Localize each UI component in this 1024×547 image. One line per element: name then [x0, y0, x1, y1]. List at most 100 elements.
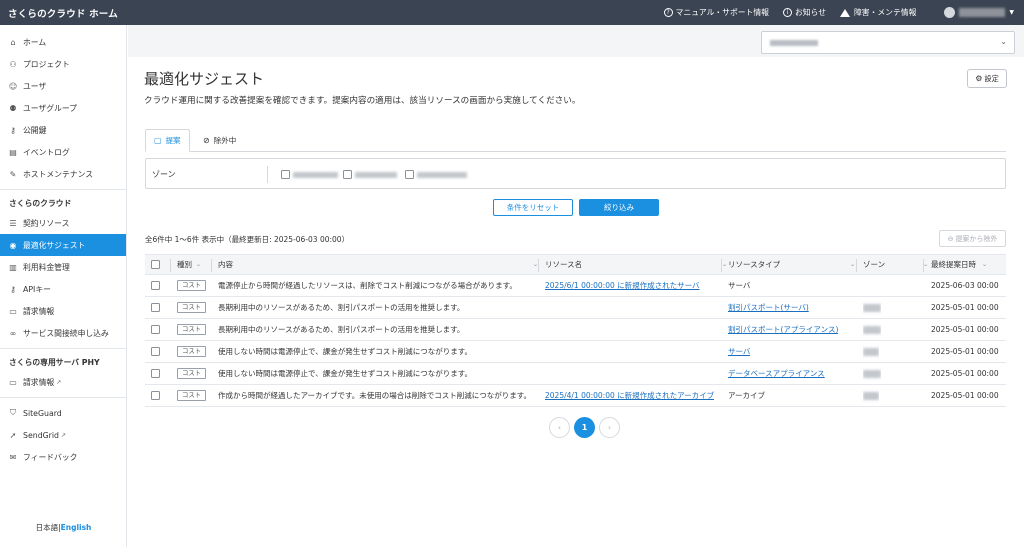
app-title[interactable]: さくらのクラウド ホーム [0, 6, 118, 20]
header-zone[interactable]: ゾーン ⌄ [863, 255, 928, 274]
zone-option[interactable] [405, 170, 467, 179]
tab-excluded[interactable]: ⊘ 除外中 [195, 129, 244, 152]
row-checkbox[interactable] [151, 369, 160, 378]
tab-bar: ▢ 提案 ⊘ 除外中 [145, 129, 1006, 152]
sidebar-item-service-connection[interactable]: ∞ サービス間接続申し込み [0, 322, 126, 344]
sidebar-item-optimization-suggest[interactable]: ◉ 最適化サジェスト [0, 234, 126, 256]
project-icon: ⚇ [9, 59, 17, 69]
table-row[interactable]: コスト 使用しない時間は電源停止で、課金が発生せずコスト削減につながります。 サーバ… [145, 341, 1006, 363]
table-body: コスト 電源停止から時間が経過したリソースは、削除でコスト削減につながる場合があり… [145, 275, 1006, 407]
header-content[interactable]: 内容 ⌄ [218, 255, 538, 274]
sidebar-item-phy-invoice[interactable]: ▭ 請求情報 ↗ [0, 371, 126, 393]
page-1-button[interactable]: 1 [574, 417, 595, 438]
table-row[interactable]: コスト 作成から時間が経過したアーカイブです。未使用の場合は削除でコスト削減につな… [145, 385, 1006, 407]
row-checkbox[interactable] [151, 391, 160, 400]
type-cell: コスト [177, 363, 207, 384]
row-checkbox-cell [151, 363, 160, 384]
sidebar-item-api-key[interactable]: ⚷ APIキー [0, 278, 126, 300]
reset-filter-button[interactable]: 条件をリセット [493, 199, 573, 216]
table-row[interactable]: コスト 長期利用中のリソースがあるため、割引パスポートの活用を推奨します。 割引パス… [145, 319, 1006, 341]
header-last-suggested[interactable]: 最終提案日時 ⌄ [931, 255, 987, 274]
type-cell: コスト [177, 297, 207, 318]
sidebar-section-phy: さくらの専用サーバ PHY [9, 357, 100, 367]
sidebar-item-public-key[interactable]: ⚷ 公開鍵 [0, 119, 126, 141]
next-page-button[interactable]: › [599, 417, 620, 438]
lang-en[interactable]: English [61, 523, 92, 532]
header-type[interactable]: 種別 ⌄ [177, 255, 201, 274]
resource-type-link[interactable]: サーバ [728, 346, 750, 357]
zone-checkbox[interactable] [405, 170, 414, 179]
send-icon: ➚ [9, 430, 17, 440]
tab-suggestions[interactable]: ▢ 提案 [145, 129, 190, 152]
table-row[interactable]: コスト 使用しない時間は電源停止で、課金が発生せずコスト削減につながります。 データ… [145, 363, 1006, 385]
zone-name-redacted [293, 171, 338, 178]
key-icon: ⚷ [10, 284, 16, 294]
select-all-checkbox[interactable] [151, 260, 160, 269]
home-icon: ⌂ [10, 37, 16, 47]
row-checkbox[interactable] [151, 325, 160, 334]
user-menu[interactable]: ▼ [930, 7, 1014, 18]
column-divider [211, 259, 212, 272]
sidebar-item-invoice[interactable]: ▭ 請求情報 [0, 300, 126, 322]
gear-icon: ⚙ [975, 74, 983, 83]
row-checkbox[interactable] [151, 303, 160, 312]
resource-name-link[interactable]: 2025/6/1 00:00:00 に新規作成されたサーバ [545, 280, 700, 291]
resource-name-link[interactable]: 2025/4/1 00:00:00 に新規作成されたアーカイブ [545, 390, 714, 401]
filter-box: ゾーン [145, 158, 1006, 189]
sidebar-item-home[interactable]: ⌂ ホーム [0, 31, 126, 53]
sort-icon: ⌄ [850, 261, 856, 268]
sidebar-item-siteguard[interactable]: ⛉ SiteGuard [0, 402, 126, 424]
incident-maintenance-link[interactable]: 障害・メンテ情報 [840, 7, 916, 18]
settings-button[interactable]: ⚙ 設定 [967, 69, 1007, 88]
info-circle-icon: i [782, 8, 792, 17]
table-row[interactable]: コスト 長期利用中のリソースがあるため、割引パスポートの活用を推奨します。 割引パス… [145, 297, 1006, 319]
header-resource-type[interactable]: リソースタイプ ⌄ [728, 255, 855, 274]
sidebar-item-host-maintenance[interactable]: ✎ ホストメンテナンス [0, 163, 126, 185]
resource-type-cell: 割引パスポート(サーバ) [728, 297, 809, 318]
project-select[interactable]: ⌄ [761, 31, 1015, 54]
language-switch: 日本語|English [0, 522, 127, 533]
row-checkbox-cell [151, 385, 160, 406]
type-cell: コスト [177, 385, 207, 406]
bar-chart-icon: ▥ [9, 262, 17, 272]
sidebar-item-event-log[interactable]: ▤ イベントログ [0, 141, 126, 163]
feedback-icon: ✉ [9, 452, 17, 462]
zone-cell [863, 363, 881, 384]
receipt-icon: ▭ [9, 306, 17, 316]
sidebar-item-sendgrid[interactable]: ➚ SendGrid ↗ [0, 424, 126, 446]
zone-option[interactable] [343, 170, 397, 179]
prev-page-button[interactable]: ‹ [549, 417, 570, 438]
main-content: ⌄ 最適化サジェスト ⚙ 設定 クラウド運用に関する改善提案を確認できます。提案… [128, 25, 1024, 547]
zone-checkbox[interactable] [281, 170, 290, 179]
content-cell: 長期利用中のリソースがあるため、割引パスポートの活用を推奨します。 [218, 303, 465, 312]
event-log-icon: ▤ [9, 147, 17, 157]
row-checkbox[interactable] [151, 347, 160, 356]
exclude-suggestion-button[interactable]: ⊖ 提案から除外 [939, 230, 1006, 247]
table-row[interactable]: コスト 電源停止から時間が経過したリソースは、削除でコスト削減につながる場合があり… [145, 275, 1006, 297]
zone-checkbox[interactable] [343, 170, 352, 179]
resource-type-link[interactable]: 割引パスポート(サーバ) [728, 302, 809, 313]
resource-type-cell: サーバ [728, 281, 751, 290]
zone-option[interactable] [281, 170, 338, 179]
lang-ja[interactable]: 日本語 [36, 523, 59, 532]
resource-type-link[interactable]: データベースアプライアンス [728, 368, 825, 379]
sidebar-item-contract-resources[interactable]: ☰ 契約リソース [0, 212, 126, 234]
sidebar-item-user[interactable]: ☺ ユーザ [0, 75, 126, 97]
zone-cell [863, 297, 881, 318]
header-resource-name[interactable]: リソース名 ⌄ [545, 255, 727, 274]
sidebar-item-billing-management[interactable]: ▥ 利用料金管理 [0, 256, 126, 278]
row-checkbox[interactable] [151, 281, 160, 290]
type-cell: コスト [177, 319, 207, 340]
type-badge: コスト [177, 390, 207, 401]
column-divider [923, 259, 924, 272]
apply-filter-button[interactable]: 絞り込み [579, 199, 659, 216]
resource-type-link[interactable]: 割引パスポート(アプライアンス) [728, 324, 838, 335]
sidebar-item-user-group[interactable]: ⚉ ユーザグループ [0, 97, 126, 119]
help-circle-icon: ? [663, 8, 673, 17]
sidebar-item-feedback[interactable]: ✉ フィードバック [0, 446, 126, 468]
manual-support-link[interactable]: ? マニュアル・サポート情報 [663, 7, 769, 18]
row-checkbox-cell [151, 275, 160, 296]
sidebar-item-project[interactable]: ⚇ プロジェクト [0, 53, 126, 75]
news-link[interactable]: i お知らせ [782, 7, 826, 18]
type-badge: コスト [177, 324, 207, 335]
